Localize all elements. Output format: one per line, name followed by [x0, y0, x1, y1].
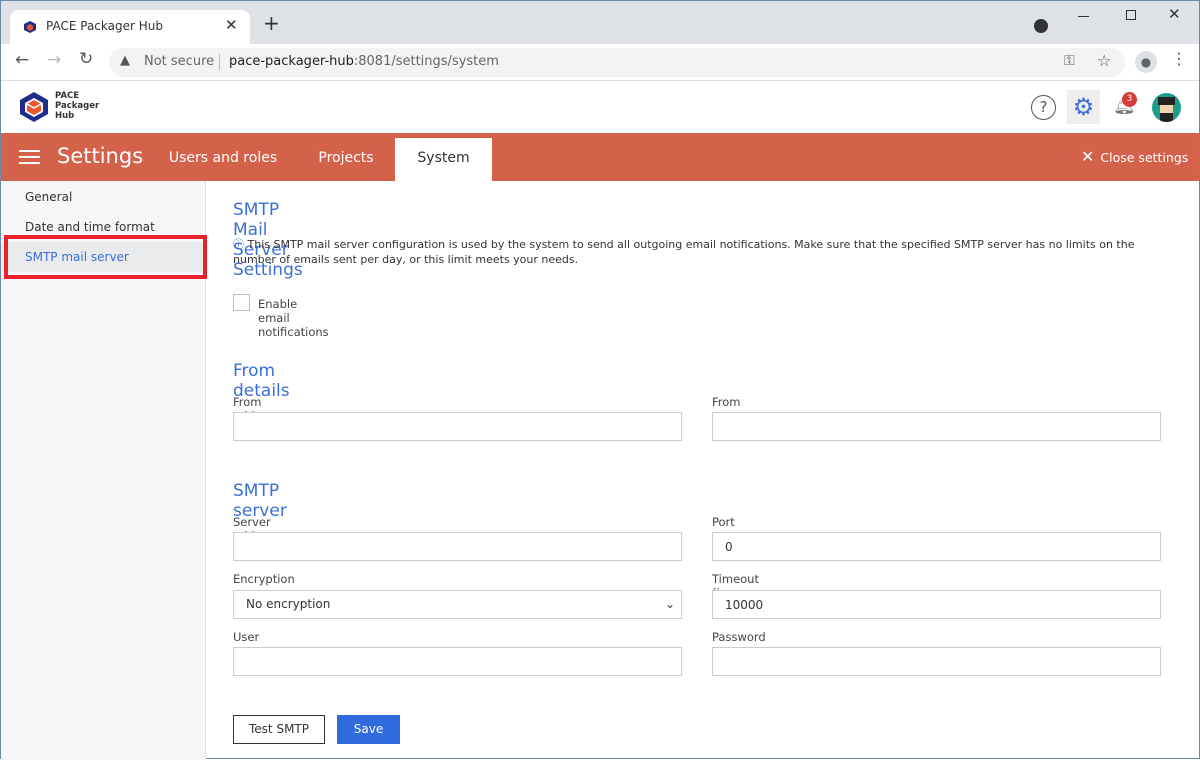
back-icon[interactable]: ← [15, 50, 29, 70]
highlight-box [4, 235, 207, 279]
key-icon[interactable]: ⚿ [1064, 53, 1075, 69]
enable-notifications-checkbox[interactable] [233, 294, 250, 311]
settings-sidebar: General Date and time format SMTP mail s… [1, 181, 207, 760]
timeout-input[interactable] [712, 590, 1161, 619]
info-icon: ⓘ [233, 238, 244, 251]
help-icon[interactable]: ? [1031, 95, 1056, 120]
port-label: Port [712, 515, 735, 529]
info-text: ⓘ This SMTP mail server configuration is… [233, 238, 1135, 266]
user-name-input[interactable] [233, 647, 682, 676]
star-icon[interactable]: ☆ [1097, 51, 1111, 70]
test-smtp-button[interactable]: Test SMTP [233, 715, 325, 744]
tab-title: PACE Packager Hub [46, 19, 163, 33]
notification-badge: 3 [1122, 92, 1137, 107]
browser-tab-bar: PACE Packager Hub ✕ + ✕ [1, 1, 1199, 44]
tab-users-and-roles[interactable]: Users and roles [159, 138, 287, 181]
app-favicon-icon [24, 21, 36, 33]
from-name-input[interactable] [712, 412, 1161, 441]
sidebar-item-general[interactable]: General [1, 182, 206, 212]
password-input[interactable] [712, 647, 1161, 676]
reload-icon[interactable]: ↻ [79, 49, 93, 69]
new-tab-icon[interactable]: + [263, 13, 280, 33]
logo-text: PACE Packager Hub [55, 91, 100, 121]
address-bar-row: ← → ↻ ▲ Not secure pace-packager-hub:808… [1, 44, 1199, 81]
port-input[interactable] [712, 532, 1161, 561]
encryption-label: Encryption [233, 572, 295, 586]
warning-icon: ▲ [120, 53, 130, 68]
maximize-icon[interactable] [1126, 10, 1136, 20]
close-tab-icon[interactable]: ✕ [225, 16, 238, 34]
save-button[interactable]: Save [337, 715, 400, 744]
settings-gear-icon[interactable]: ⚙ [1067, 90, 1100, 124]
close-settings-button[interactable]: ✕ Close settings [1081, 147, 1188, 166]
menu-dots-icon[interactable]: ⋮ [1171, 49, 1187, 68]
password-label: Password [712, 630, 766, 644]
profile-icon[interactable]: ● [1135, 51, 1157, 73]
user-avatar[interactable] [1152, 93, 1181, 122]
url-host: pace-packager-hub [229, 54, 354, 69]
settings-nav-bar: Settings Users and roles Projects System… [1, 133, 1199, 181]
enable-notifications-label: Enable email notifications [258, 297, 329, 339]
forward-icon[interactable]: → [47, 50, 61, 70]
minimize-icon[interactable] [1078, 16, 1089, 17]
page-title: Settings [57, 144, 144, 168]
pace-logo-icon [20, 92, 48, 122]
chevron-down-icon: ⌄ [664, 597, 675, 611]
app-header: PACEPackagerHub ? ⚙ 🔔︎ 3 [1, 81, 1199, 133]
tab-projects[interactable]: Projects [299, 138, 393, 181]
close-window-icon[interactable]: ✕ [1168, 5, 1181, 23]
url-bar[interactable]: ▲ Not secure pace-packager-hub:8081/sett… [109, 48, 1125, 77]
browser-tab[interactable]: PACE Packager Hub ✕ [10, 10, 250, 44]
security-label: Not secure [144, 54, 215, 69]
from-address-input[interactable] [233, 412, 682, 441]
close-icon: ✕ [1081, 147, 1095, 166]
encryption-select[interactable]: No encryption ⌄ [233, 590, 682, 619]
url-path: :8081/settings/system [353, 54, 499, 69]
tab-search-icon[interactable] [1034, 19, 1048, 33]
server-address-input[interactable] [233, 532, 682, 561]
hamburger-menu-icon[interactable] [19, 150, 40, 164]
tab-system[interactable]: System [395, 138, 492, 181]
